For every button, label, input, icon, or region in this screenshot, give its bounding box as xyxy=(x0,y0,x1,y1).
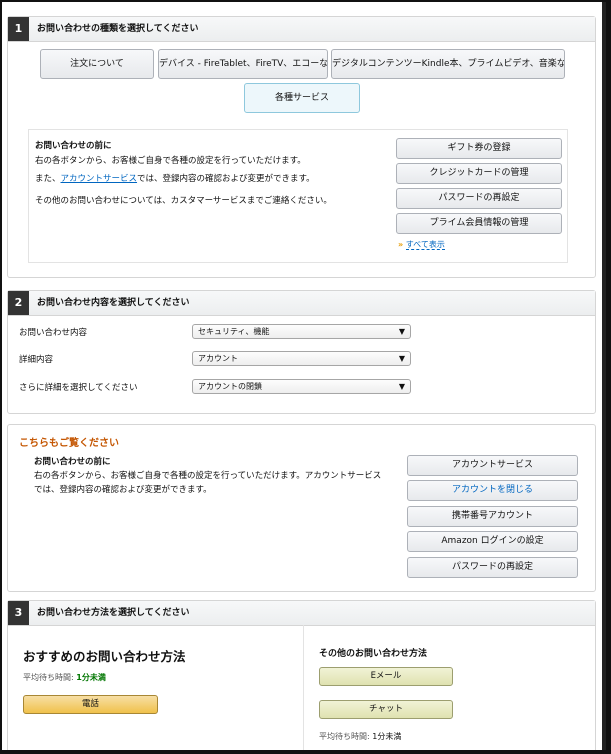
see-also-title: こちらもご覧ください xyxy=(19,438,119,449)
show-all-link[interactable]: » すべて表示 xyxy=(398,239,445,250)
section-title: お問い合わせ方法を選択してください xyxy=(37,608,190,618)
wait-value: 1分未満 xyxy=(372,732,402,741)
info-line-2-post: では、登録内容の確認および変更ができます。 xyxy=(137,174,315,184)
info-heading: お問い合わせの前に xyxy=(35,141,112,151)
button-label: プライム会員情報の管理 xyxy=(429,218,529,228)
password-reset-button-2[interactable]: パスワードの再設定 xyxy=(407,557,578,578)
credit-card-button[interactable]: クレジットカードの管理 xyxy=(396,163,562,184)
button-label: ギフト券の登録 xyxy=(447,143,511,153)
wait-label: 平均待ち時間: xyxy=(319,732,370,741)
dropdown-arrow-icon: ▼ xyxy=(398,382,405,391)
category-orders-button[interactable]: 注文について xyxy=(40,49,154,79)
close-account-button[interactable]: アカウントを閉じる xyxy=(407,480,578,501)
further-detail-label: さらに詳細を選択してください xyxy=(19,383,138,393)
category-label: 注文について xyxy=(70,59,124,69)
wait-label: 平均待ち時間: xyxy=(23,673,74,682)
button-label: パスワードの再設定 xyxy=(438,193,520,203)
account-service-link[interactable]: アカウントサービス xyxy=(61,174,138,184)
info-line-2: また、アカウントサービスでは、登録内容の確認および変更ができます。 xyxy=(35,172,315,184)
chevron-down-icon: » xyxy=(398,240,404,249)
email-button[interactable]: Eメール xyxy=(319,667,453,686)
section-3-header: 3 お問い合わせ方法を選択してください xyxy=(8,601,595,626)
other-wait: 平均待ち時間: 1分未満 xyxy=(319,731,401,742)
select-value: アカウント xyxy=(198,354,238,363)
password-reset-button[interactable]: パスワードの再設定 xyxy=(396,188,562,209)
gift-card-button[interactable]: ギフト券の登録 xyxy=(396,138,562,159)
recommended-wait: 平均待ち時間: 1分未満 xyxy=(23,672,106,683)
section-title: お問い合わせ内容を選択してください xyxy=(37,298,190,308)
section-1-header: 1 お問い合わせの種類を選択してください xyxy=(8,17,595,42)
show-all-label: すべて表示 xyxy=(405,240,445,250)
button-label: アカウントサービス xyxy=(451,460,533,470)
other-methods-title: その他のお問い合わせ方法 xyxy=(319,649,428,659)
see-also-heading: お問い合わせの前に xyxy=(34,457,111,467)
category-digital-button[interactable]: デジタルコンテンツーKindle本、プライムビデオ、音楽など xyxy=(331,49,565,79)
dropdown-arrow-icon: ▼ xyxy=(398,327,405,336)
step-number: 2 xyxy=(8,291,29,315)
category-label: 各種サービス xyxy=(274,93,329,103)
prime-membership-button[interactable]: プライム会員情報の管理 xyxy=(396,213,562,234)
see-also-line-2: では、登録内容の確認および変更ができます。 xyxy=(34,485,212,495)
section-2-header: 2 お問い合わせ内容を選択してください xyxy=(8,291,595,316)
category-label: デジタルコンテンツーKindle本、プライムビデオ、音楽など xyxy=(332,59,565,69)
step-number: 3 xyxy=(8,601,29,625)
recommended-title: おすすめのお問い合わせ方法 xyxy=(23,649,186,664)
amazon-login-settings-button[interactable]: Amazon ログインの設定 xyxy=(407,531,578,552)
button-label: クレジットカードの管理 xyxy=(429,168,529,178)
select-value: アカウントの閉鎖 xyxy=(198,382,262,391)
see-also-line-1: 右の各ボタンから、お客様ご自身で各種の設定を行っていただけます。アカウントサービ… xyxy=(34,471,382,481)
detail-select[interactable]: アカウント ▼ xyxy=(192,351,411,366)
account-service-button[interactable]: アカウントサービス xyxy=(407,455,578,476)
category-services-button[interactable]: 各種サービス xyxy=(244,83,360,113)
button-label: パスワードの再設定 xyxy=(451,562,533,572)
column-divider xyxy=(303,625,304,750)
step-number: 1 xyxy=(8,17,29,41)
category-devices-button[interactable]: デバイス - FireTablet、FireTV、エコーなど xyxy=(158,49,328,79)
button-label: アカウントを閉じる xyxy=(451,485,533,495)
button-label: 電話 xyxy=(81,699,99,709)
chat-button[interactable]: チャット xyxy=(319,700,453,719)
section-title: お問い合わせの種類を選択してください xyxy=(37,24,199,34)
contact-page: 1 お問い合わせの種類を選択してください 注文について デバイス - FireT… xyxy=(2,2,606,750)
inquiry-type-label: お問い合わせ内容 xyxy=(19,328,88,338)
info-line-3: その他のお問い合わせについては、カスタマーサービスまでご連絡ください。 xyxy=(35,196,332,206)
button-label: 携帯番号アカウント xyxy=(451,511,533,521)
info-line-2-pre: また、 xyxy=(35,174,61,184)
further-detail-select[interactable]: アカウントの閉鎖 ▼ xyxy=(192,379,411,394)
inquiry-type-select[interactable]: セキュリティ、機能 ▼ xyxy=(192,324,411,339)
wait-value: 1分未満 xyxy=(76,673,106,682)
mobile-account-button[interactable]: 携帯番号アカウント xyxy=(407,506,578,527)
phone-button[interactable]: 電話 xyxy=(23,695,158,714)
button-label: Amazon ログインの設定 xyxy=(441,536,544,546)
button-label: チャット xyxy=(369,704,403,714)
button-label: Eメール xyxy=(370,671,402,681)
category-label: デバイス - FireTablet、FireTV、エコーなど xyxy=(159,59,328,69)
select-value: セキュリティ、機能 xyxy=(198,327,270,336)
detail-label: 詳細内容 xyxy=(19,355,54,365)
info-line-1: 右の各ボタンから、お客様ご自身で各種の設定を行っていただけます。 xyxy=(35,156,306,166)
dropdown-arrow-icon: ▼ xyxy=(398,354,405,363)
